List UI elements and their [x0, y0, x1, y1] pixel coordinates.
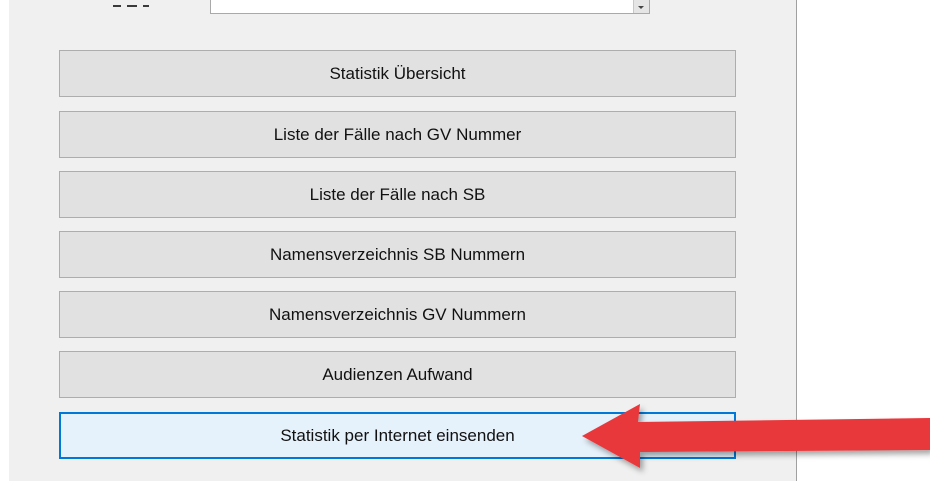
statistik-internet-einsenden-button[interactable]: Statistik per Internet einsenden — [59, 412, 736, 459]
cropped-dropdown[interactable] — [210, 0, 650, 14]
namensverzeichnis-gv-button[interactable]: Namensverzeichnis GV Nummern — [59, 291, 736, 338]
cropped-field-label — [113, 0, 153, 14]
liste-faelle-sb-button[interactable]: Liste der Fälle nach SB — [59, 171, 736, 218]
liste-faelle-gv-button[interactable]: Liste der Fälle nach GV Nummer — [59, 111, 736, 158]
dialog-panel: Statistik Übersicht Liste der Fälle nach… — [9, 0, 797, 481]
chevron-down-icon[interactable] — [633, 0, 649, 13]
statistik-uebersicht-button[interactable]: Statistik Übersicht — [59, 50, 736, 97]
audienzen-aufwand-button[interactable]: Audienzen Aufwand — [59, 351, 736, 398]
namensverzeichnis-sb-button[interactable]: Namensverzeichnis SB Nummern — [59, 231, 736, 278]
